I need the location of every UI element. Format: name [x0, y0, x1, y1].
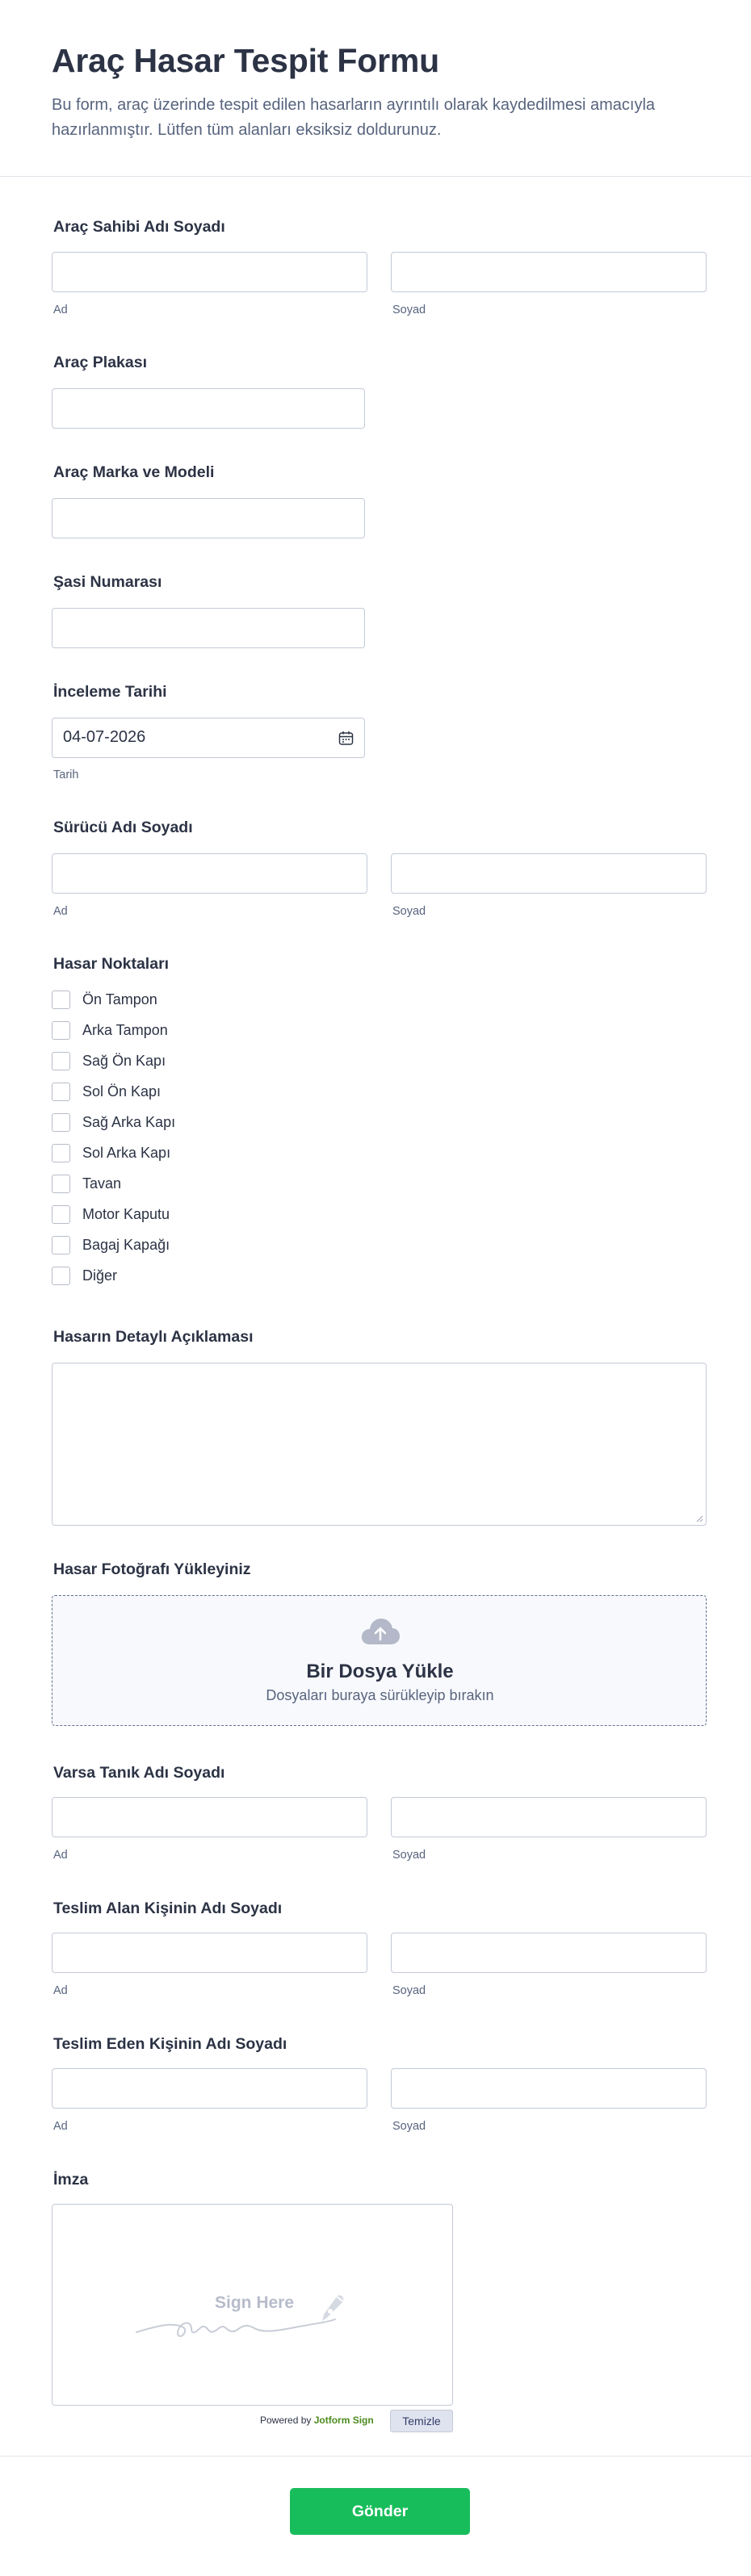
description-textarea[interactable] [52, 1363, 707, 1526]
plate-label: Araç Plakası [53, 354, 148, 371]
signature-placeholder-scribble [136, 2295, 344, 2337]
damage-option-sol-on-kapi[interactable]: Sol Ön Kapı [52, 1076, 375, 1107]
deliverer-first-sublabel: Ad [53, 2120, 68, 2133]
upload-title: Bir Dosya Yükle [306, 1661, 454, 1682]
footer-divider [0, 2456, 751, 2457]
witness-last-sublabel: Soyad [392, 1849, 426, 1862]
form-header: Araç Hasar Tespit Formu Bu form, araç üz… [0, 0, 751, 177]
submit-button[interactable]: Gönder [290, 2488, 470, 2535]
checkbox[interactable] [52, 1174, 70, 1193]
owner-first-name-input[interactable] [52, 252, 367, 292]
receiver-last-sublabel: Soyad [392, 1984, 426, 1997]
witness-first-name-input[interactable] [52, 1797, 367, 1837]
cloud-upload-icon [361, 1619, 400, 1644]
witness-name-label: Varsa Tanık Adı Soyadı [53, 1764, 225, 1782]
driver-last-sublabel: Soyad [392, 905, 426, 918]
owner-last-name-input[interactable] [391, 252, 707, 292]
receiver-first-name-input[interactable] [52, 1933, 367, 1973]
jotform-sign-brand: Jotform Sign [313, 2415, 374, 2426]
signature-label: İmza [53, 2171, 89, 2189]
receiver-last-name-input[interactable] [391, 1933, 707, 1973]
checkbox[interactable] [52, 1204, 70, 1224]
damage-option-tavan[interactable]: Tavan [52, 1168, 375, 1199]
chassis-label: Şasi Numarası [53, 573, 162, 591]
damage-option-sol-arka-kapi[interactable]: Sol Arka Kapı [52, 1137, 375, 1168]
damage-points-list: Ön Tampon Arka Tampon Sağ Ön Kapı Sol Ön… [52, 984, 375, 1291]
file-upload-dropzone[interactable]: Bir Dosya Yükle Dosyaları buraya sürükle… [52, 1595, 707, 1726]
damage-points-label: Hasar Noktaları [53, 955, 170, 973]
upload-subtitle: Dosyaları buraya sürükleyip bırakın [266, 1687, 494, 1703]
powered-by-text: Powered by Jotform Sign [260, 2415, 374, 2426]
damage-option-motor-kaputu[interactable]: Motor Kaputu [52, 1199, 375, 1229]
driver-first-name-input[interactable] [52, 853, 367, 894]
checkbox[interactable] [52, 1020, 70, 1040]
damage-option-on-tampon[interactable]: Ön Tampon [52, 984, 375, 1015]
signature-pad[interactable]: Sign Here [52, 2204, 453, 2406]
driver-name-label: Sürücü Adı Soyadı [53, 819, 193, 836]
witness-last-name-input[interactable] [391, 1797, 707, 1837]
inspection-date-sublabel: Tarih [53, 769, 79, 781]
receiver-name-label: Teslim Alan Kişinin Adı Soyadı [53, 1900, 283, 1917]
owner-name-label: Araç Sahibi Adı Soyadı [53, 218, 225, 236]
deliverer-last-sublabel: Soyad [392, 2120, 426, 2133]
receiver-first-sublabel: Ad [53, 1984, 68, 1997]
checkbox[interactable] [52, 1266, 70, 1285]
checkbox[interactable] [52, 1143, 70, 1162]
form-title: Araç Hasar Tespit Formu [52, 42, 439, 79]
clear-signature-button[interactable]: Temizle [390, 2410, 453, 2432]
damage-option-arka-tampon[interactable]: Arka Tampon [52, 1015, 375, 1045]
damage-option-diger[interactable]: Diğer [52, 1260, 375, 1291]
driver-first-sublabel: Ad [53, 905, 68, 918]
damage-option-bagaj-kapagi[interactable]: Bagaj Kapağı [52, 1229, 375, 1260]
inspection-date-value: 04-07-2026 [63, 728, 146, 746]
signature-placeholder: Sign Here [215, 2293, 295, 2312]
inspection-date-input[interactable]: 04-07-2026 [52, 718, 365, 758]
chassis-input[interactable] [52, 608, 365, 648]
deliverer-name-label: Teslim Eden Kişinin Adı Soyadı [53, 2035, 287, 2053]
deliverer-last-name-input[interactable] [391, 2068, 707, 2109]
checkbox[interactable] [52, 990, 70, 1009]
checkbox[interactable] [52, 1051, 70, 1070]
checkbox[interactable] [52, 1112, 70, 1132]
inspection-date-label: İnceleme Tarihi [53, 683, 167, 701]
description-label: Hasarın Detaylı Açıklaması [53, 1328, 254, 1346]
make-model-label: Araç Marka ve Modeli [53, 463, 215, 481]
owner-first-sublabel: Ad [53, 304, 68, 316]
checkbox[interactable] [52, 1082, 70, 1101]
damage-option-sag-arka-kapi[interactable]: Sağ Arka Kapı [52, 1107, 375, 1137]
calendar-icon[interactable] [338, 731, 354, 746]
damage-option-sag-on-kapi[interactable]: Sağ Ön Kapı [52, 1045, 375, 1076]
owner-last-sublabel: Soyad [392, 304, 426, 316]
make-model-input[interactable] [52, 498, 365, 538]
plate-input[interactable] [52, 388, 365, 429]
checkbox[interactable] [52, 1235, 70, 1254]
photo-upload-label: Hasar Fotoğrafı Yükleyiniz [53, 1560, 251, 1578]
deliverer-first-name-input[interactable] [52, 2068, 367, 2109]
driver-last-name-input[interactable] [391, 853, 707, 894]
resize-handle-icon[interactable] [695, 1514, 703, 1523]
pen-icon [322, 2295, 344, 2321]
witness-first-sublabel: Ad [53, 1849, 68, 1862]
form-description: Bu form, araç üzerinde tespit edilen has… [52, 96, 656, 139]
